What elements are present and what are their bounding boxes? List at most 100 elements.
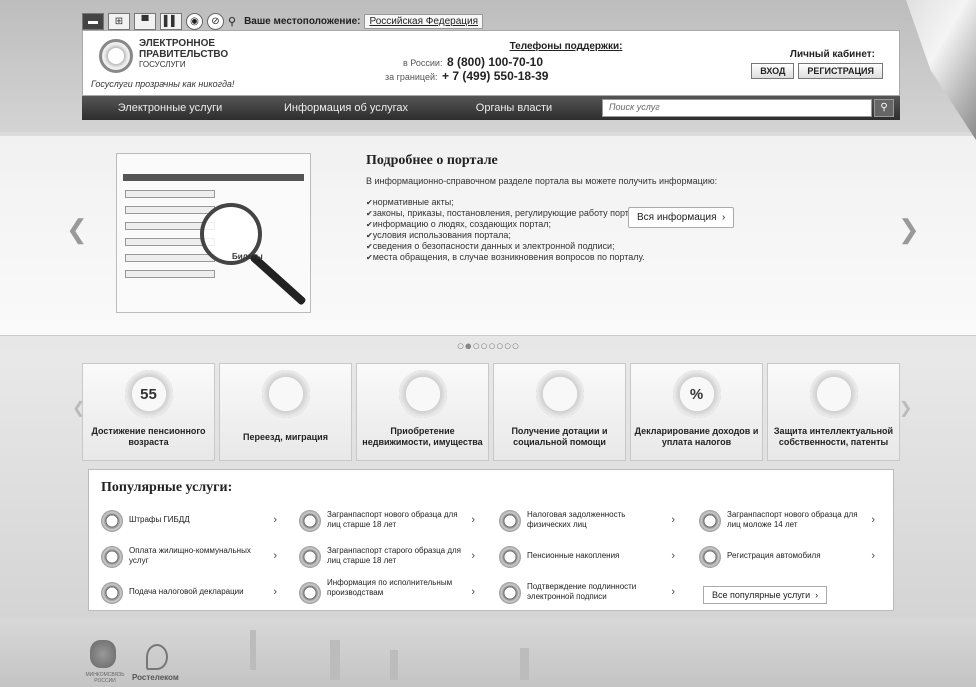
promo-intro: В информационно-справочном разделе порта… [366, 176, 718, 186]
decorative-silhouette [520, 648, 529, 680]
all-info-button[interactable]: Вся информация › [628, 207, 735, 228]
register-button[interactable]: РЕГИСТРАЦИЯ [798, 63, 883, 79]
promo-bullet-list: нормативные акты; законы, приказы, поста… [366, 197, 647, 263]
support-russia-phone: 8 (800) 100-70-10 [446, 55, 544, 69]
chevron-right-icon: › [719, 212, 726, 223]
illustration-nav-bar [123, 174, 304, 181]
partner-label: Ростелеком [132, 673, 179, 682]
compass-icon[interactable]: ⊘ [207, 12, 224, 30]
certificate-icon [809, 370, 858, 418]
all-popular-label: Все популярные услуги [712, 590, 811, 600]
chevron-right-icon[interactable]: ❯ [898, 214, 920, 245]
tile-patents[interactable]: Защита интеллектуальной собственности, п… [767, 363, 900, 461]
keys-icon [398, 370, 447, 418]
decorative-silhouette [330, 640, 340, 680]
service-passport-new-14[interactable]: Загранпаспорт нового образца для лиц мол… [693, 506, 881, 536]
promo-bullet: условия использования портала; [366, 230, 647, 241]
percent-icon: % [672, 370, 721, 418]
passport-icon [299, 546, 321, 568]
steering-wheel-icon [699, 546, 721, 568]
service-enforcement[interactable]: Информация по исполнительным производств… [293, 578, 481, 612]
chevron-right-icon: › [871, 514, 875, 526]
support-russia: в России: 8 (800) 100-70-10 [403, 55, 543, 69]
piggy-bank-icon [499, 546, 521, 568]
search-icon[interactable]: ⚲ [874, 99, 894, 117]
support-russia-label: в России: [403, 58, 443, 68]
passport-icon [299, 510, 321, 532]
chevron-left-icon[interactable]: ❮ [66, 214, 88, 245]
support-abroad-label: за границей: [385, 72, 438, 82]
promo-bullet: места обращения, в случае возникновения … [366, 252, 647, 263]
site-header: ЭЛЕКТРОННОЕ ПРАВИТЕЛЬСТВО ГОСУСЛУГИ Госу… [82, 30, 900, 96]
nav-electronic-services[interactable]: Электронные услуги [82, 102, 258, 114]
chevron-right-icon: › [273, 550, 277, 562]
login-button[interactable]: ВХОД [751, 63, 795, 79]
service-traffic-fines[interactable]: Штрафы ГИБДД › [95, 506, 283, 536]
promo-bullet: сведения о безопасности данных и электро… [366, 241, 647, 252]
chevron-right-icon: › [812, 590, 819, 600]
tile-taxes[interactable]: % Декларирование доходов и уплата налого… [630, 363, 763, 461]
accessibility-toolbar: ▬ ⊞ ▀ ▌▌ ◉ ⊘ ⚲ Ваше местоположение: Росс… [82, 10, 900, 32]
tile-label: Приобретение недвижимости, имущества [362, 426, 483, 447]
service-passport-new-18[interactable]: Загранпаспорт нового образца для лиц ста… [293, 506, 481, 536]
location-pin-icon: ⚲ [228, 15, 237, 28]
tile-social-aid[interactable]: Получение дотации и социальной помощи [493, 363, 626, 461]
service-car-registration[interactable]: Регистрация автомобиля › [693, 542, 881, 572]
traffic-light-icon [101, 510, 123, 532]
chevron-right-icon: › [471, 550, 475, 562]
service-label: Загранпаспорт нового образца для лиц мол… [727, 510, 858, 529]
illustration-row [125, 206, 215, 214]
service-label: Налоговая задолженность физических лиц [527, 510, 626, 529]
passport-icon [699, 510, 721, 532]
nav-authorities[interactable]: Органы власти [434, 102, 594, 114]
service-tax-declaration[interactable]: Подача налоговой декларации › [95, 578, 283, 608]
promo-bullet: информацию о людях, создающих портал; [366, 219, 647, 230]
support-phones-link[interactable]: Телефоны поддержки: [83, 41, 899, 52]
nav-service-info[interactable]: Информация об услугах [258, 102, 434, 114]
all-popular-services-button[interactable]: Все популярные услуги › [703, 586, 828, 604]
search-input[interactable]: Поиск услуг [602, 99, 872, 117]
service-utilities[interactable]: Оплата жилищно-коммунальных услуг › [95, 542, 283, 572]
service-label: Загранпаспорт старого образца для лиц ст… [327, 546, 462, 565]
tile-label: Защита интеллектуальной собственности, п… [773, 426, 894, 447]
service-label: Штрафы ГИБДД [129, 515, 190, 524]
eye-icon[interactable]: ◉ [186, 12, 203, 30]
location-select[interactable]: Российская Федерация [364, 13, 483, 29]
tile-migration[interactable]: Переезд, миграция [219, 363, 352, 461]
tiles-right-arrow-icon[interactable]: ❯ [899, 398, 912, 418]
cabinet-buttons: ВХОД РЕГИСТРАЦИЯ [751, 63, 883, 79]
carousel-pagination[interactable]: ○●○○○○○○ [0, 338, 976, 353]
document-percent-icon [101, 582, 123, 604]
columns-button[interactable]: ▌▌ [160, 12, 182, 30]
service-label: Пенсионные накопления [527, 551, 620, 560]
scales-icon [299, 582, 321, 604]
service-pension-savings[interactable]: Пенсионные накопления › [493, 542, 681, 572]
tile-label: Переезд, миграция [243, 432, 328, 442]
tile-real-estate[interactable]: Приобретение недвижимости, имущества [356, 363, 489, 461]
support-abroad: за границей: + 7 (499) 550-18-39 [385, 69, 548, 83]
service-e-signature[interactable]: Подтверждение подлинности электронной по… [493, 578, 681, 608]
signature-icon [499, 582, 521, 604]
coat-of-arms-icon[interactable] [90, 640, 116, 668]
life-situation-tiles: 55 Достижение пенсионного возраста Перее… [82, 363, 900, 461]
chevron-right-icon: › [671, 550, 675, 562]
chevron-right-icon: › [273, 586, 277, 598]
service-tax-debt[interactable]: Налоговая задолженность физических лиц › [493, 506, 681, 536]
illustration-row [125, 270, 215, 278]
tile-pension-age[interactable]: 55 Достижение пенсионного возраста [82, 363, 215, 461]
chevron-right-icon: › [273, 514, 277, 526]
chevron-right-icon: › [471, 514, 475, 526]
service-label: Подтверждение подлинности электронной по… [527, 582, 637, 601]
service-passport-old-18[interactable]: Загранпаспорт старого образца для лиц ст… [293, 542, 481, 572]
language-flag-button[interactable]: ⊞ [108, 12, 130, 30]
promo-bullet: законы, приказы, постановления, регулиру… [366, 208, 647, 219]
rostelecom-logo-icon[interactable] [146, 644, 168, 670]
popular-services: Популярные услуги: Штрафы ГИБДД › Загран… [88, 469, 894, 611]
promo-title: Подробнее о портале [366, 153, 498, 168]
bank-icon [499, 510, 521, 532]
location-label: Ваше местоположение: [244, 15, 361, 27]
service-label: Информация по исполнительным производств… [327, 578, 453, 597]
calendar-icon: 55 [124, 370, 173, 418]
font-size-button[interactable]: ▀ [134, 12, 156, 30]
color-scheme-dark-button[interactable]: ▬ [82, 12, 104, 30]
